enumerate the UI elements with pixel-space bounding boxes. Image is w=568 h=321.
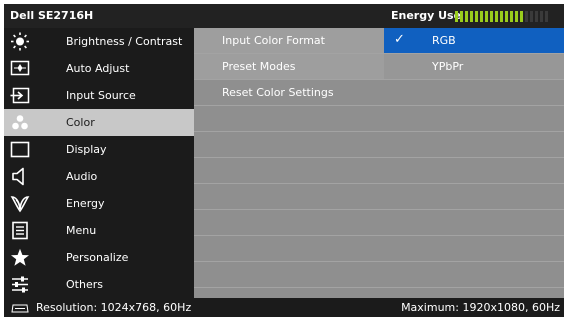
menu-item-label: Menu xyxy=(66,224,97,237)
star-icon xyxy=(10,248,30,267)
submenu-row: Reset Color Settings xyxy=(194,80,564,106)
menu-item-label: Energy xyxy=(66,197,105,210)
menu-item-energy[interactable]: Energy xyxy=(4,190,194,217)
energy-segment xyxy=(510,11,513,22)
menu-item-audio[interactable]: Audio xyxy=(4,163,194,190)
resolution-icon xyxy=(11,303,29,313)
option-rgb[interactable]: ✓ RGB xyxy=(384,28,564,53)
submenu-empty-row xyxy=(194,262,564,288)
energy-segment xyxy=(545,11,548,22)
energy-segment xyxy=(470,11,473,22)
energy-segment xyxy=(520,11,523,22)
menu-item-label: Brightness / Contrast xyxy=(66,35,183,48)
energy-use-label: Energy Use xyxy=(391,9,462,22)
color-icon xyxy=(10,113,30,132)
submenu-row: Preset Modes YPbPr xyxy=(194,54,564,80)
menu-item-brightness-contrast[interactable]: Brightness / Contrast xyxy=(4,28,194,55)
menu-item-label: Auto Adjust xyxy=(66,62,130,75)
maximum-resolution: Maximum: 1920x1080, 60Hz xyxy=(401,301,560,314)
menu-item-display[interactable]: Display xyxy=(4,136,194,163)
energy-use-meter xyxy=(455,11,548,22)
submenu-item-label: Input Color Format xyxy=(222,34,325,47)
energy-segment xyxy=(535,11,538,22)
option-label: YPbPr xyxy=(432,60,464,73)
energy-segment xyxy=(460,11,463,22)
submenu-empty-row xyxy=(194,132,564,158)
energy-segment xyxy=(540,11,543,22)
monitor-model-title: Dell SE2716H xyxy=(10,9,94,22)
osd-footer: Resolution: 1024x768, 60Hz Maximum: 1920… xyxy=(4,298,564,317)
option-label: RGB xyxy=(432,34,456,47)
menu-item-color[interactable]: Color xyxy=(4,109,194,136)
energy-segment xyxy=(530,11,533,22)
menu-item-others[interactable]: Others xyxy=(4,271,194,298)
energy-segment xyxy=(465,11,468,22)
submenu-item-label: Preset Modes xyxy=(222,60,296,73)
submenu-empty-row xyxy=(194,158,564,184)
menu-icon xyxy=(10,221,30,240)
monitor-osd: Dell SE2716H Energy Use Brightness / Con… xyxy=(4,4,564,317)
submenu-item-input-color-format[interactable]: Input Color Format xyxy=(194,28,384,53)
submenu-empty-row xyxy=(194,236,564,262)
energy-segment xyxy=(500,11,503,22)
energy-segment xyxy=(490,11,493,22)
main-menu: Brightness / Contrast Auto Adjust Input … xyxy=(4,28,194,298)
speaker-icon xyxy=(10,167,30,186)
submenu-row: Input Color Format ✓ RGB xyxy=(194,28,564,54)
sliders-icon xyxy=(10,275,30,294)
menu-item-label: Display xyxy=(66,143,107,156)
submenu-item-label: Reset Color Settings xyxy=(222,86,334,99)
submenu-item-reset-color-settings[interactable]: Reset Color Settings xyxy=(194,80,384,105)
energy-segment xyxy=(515,11,518,22)
option-ypbpr[interactable]: YPbPr xyxy=(384,54,564,79)
submenu-empty-row xyxy=(194,184,564,210)
display-icon xyxy=(10,140,30,159)
menu-item-menu[interactable]: Menu xyxy=(4,217,194,244)
energy-segment xyxy=(480,11,483,22)
menu-item-label: Personalize xyxy=(66,251,129,264)
energy-segment xyxy=(485,11,488,22)
energy-segment xyxy=(455,11,458,22)
checkmark-icon: ✓ xyxy=(394,32,405,47)
energy-segment xyxy=(475,11,478,22)
submenu-item-preset-modes[interactable]: Preset Modes xyxy=(194,54,384,79)
submenu-empty-row xyxy=(194,210,564,236)
submenu-empty-row xyxy=(194,106,564,132)
menu-item-auto-adjust[interactable]: Auto Adjust xyxy=(4,55,194,82)
energy-segment xyxy=(505,11,508,22)
menu-item-label: Color xyxy=(66,116,95,129)
energy-segment xyxy=(495,11,498,22)
color-submenu: Input Color Format ✓ RGB Preset Modes YP… xyxy=(194,28,564,298)
input-source-icon xyxy=(10,86,30,105)
energy-segment xyxy=(525,11,528,22)
osd-header: Dell SE2716H Energy Use xyxy=(4,4,564,28)
leaf-icon xyxy=(10,194,30,213)
menu-item-input-source[interactable]: Input Source xyxy=(4,82,194,109)
current-resolution: Resolution: 1024x768, 60Hz xyxy=(36,301,192,314)
auto-adjust-icon xyxy=(10,59,30,78)
menu-item-label: Audio xyxy=(66,170,98,183)
brightness-icon xyxy=(10,32,30,51)
menu-item-personalize[interactable]: Personalize xyxy=(4,244,194,271)
menu-item-label: Input Source xyxy=(66,89,136,102)
menu-item-label: Others xyxy=(66,278,103,291)
